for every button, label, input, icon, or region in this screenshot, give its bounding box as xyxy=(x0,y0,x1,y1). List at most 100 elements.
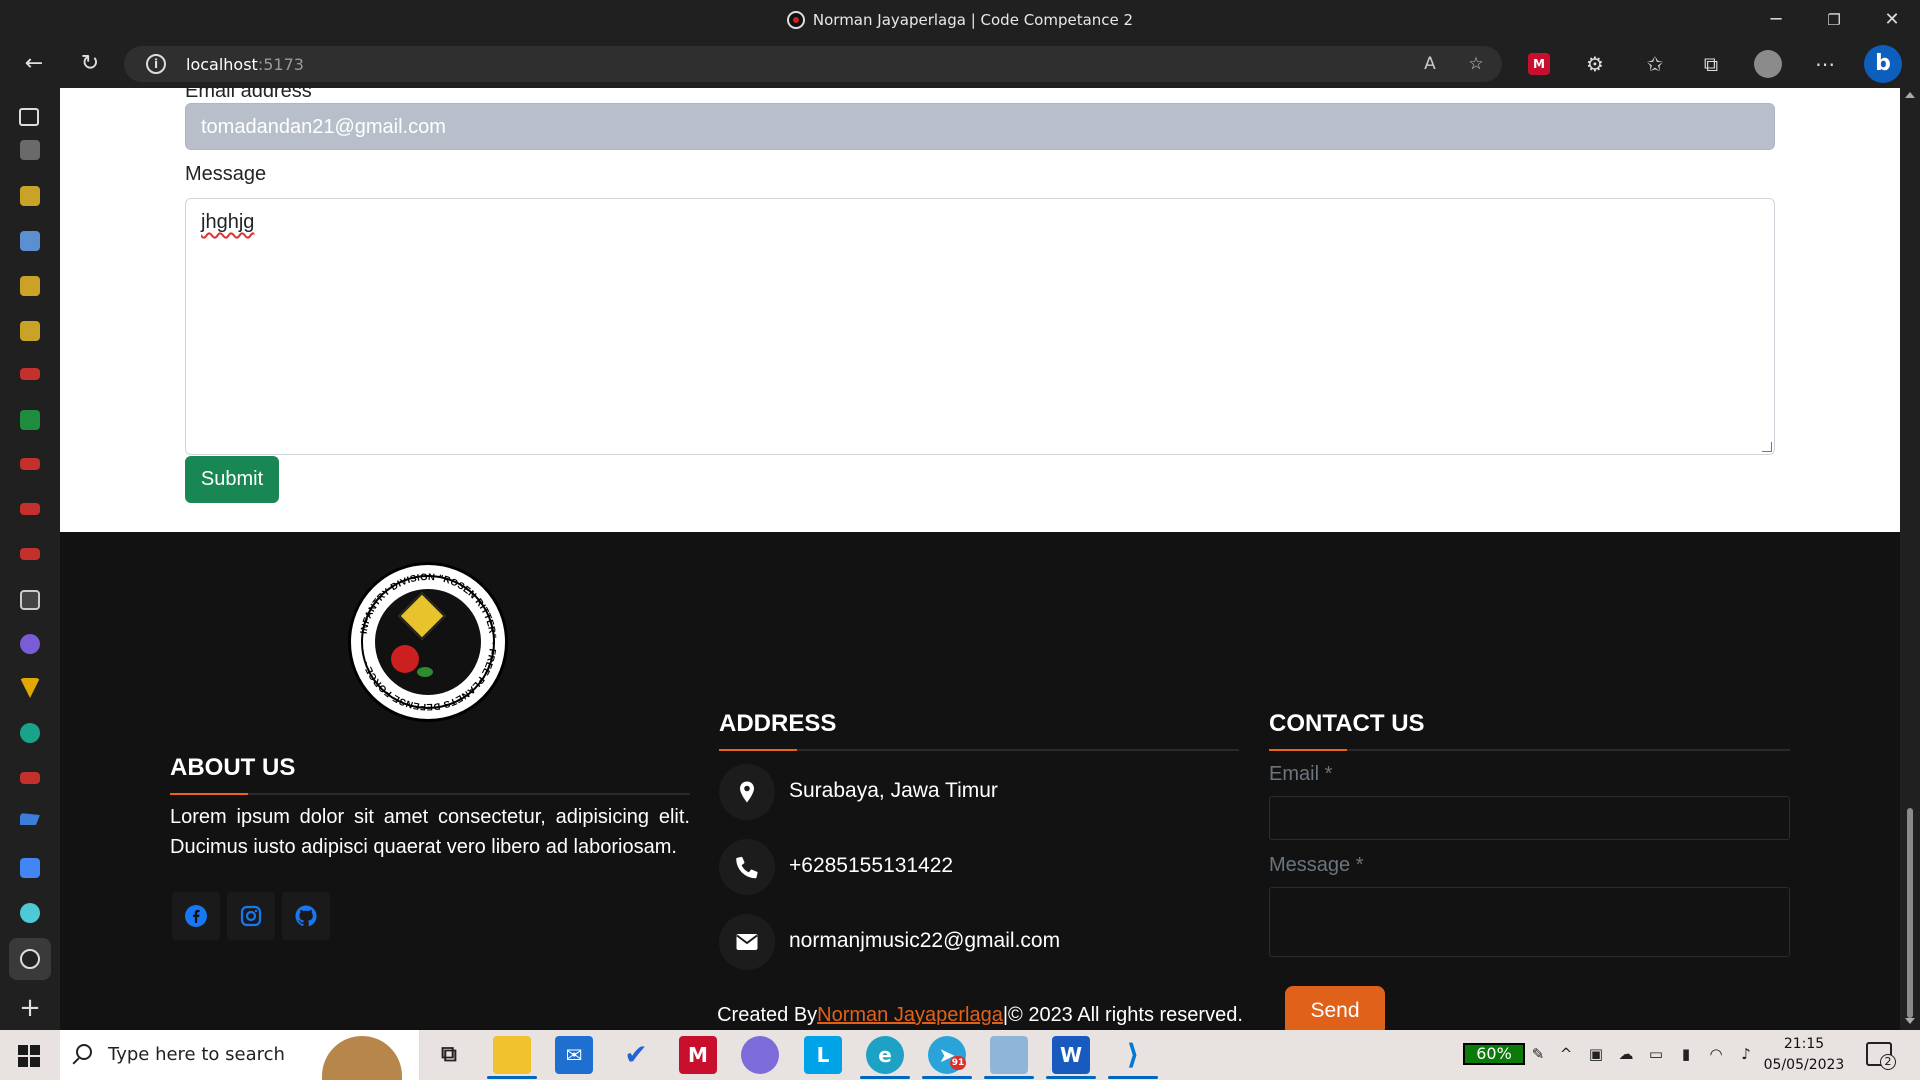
youtube-tab-icon[interactable] xyxy=(20,503,40,515)
contact-message-textarea[interactable] xyxy=(1269,887,1790,957)
onedrive-icon[interactable]: ☁ xyxy=(1616,1044,1636,1064)
copilot-icon[interactable] xyxy=(741,1036,779,1074)
facebook-icon xyxy=(185,905,207,927)
about-heading: ABOUT US xyxy=(170,754,296,781)
edge-icon[interactable]: e xyxy=(866,1036,904,1074)
contact-divider xyxy=(1269,749,1790,751)
youtube-tab-icon[interactable] xyxy=(20,368,40,380)
battery-indicator[interactable]: 60% xyxy=(1463,1043,1525,1065)
battery-icon[interactable]: ▮ xyxy=(1676,1044,1696,1064)
minimize-icon[interactable]: ─ xyxy=(1762,6,1790,34)
tab-actions-icon[interactable] xyxy=(19,108,39,126)
sheets-tab-icon[interactable] xyxy=(20,410,40,430)
taskbar-clock[interactable]: 21:15 05/05/2023 xyxy=(1756,1034,1852,1076)
extensions-icon[interactable]: ⚙ xyxy=(1580,49,1610,79)
contact-message-label: Message * xyxy=(1269,854,1364,876)
browser-title-bar: Norman Jayaperlaga | Code Competance 2 ─… xyxy=(0,0,1920,40)
tab-favicon-icon[interactable] xyxy=(20,678,40,698)
email-label: Email address xyxy=(185,88,312,102)
running-indicator xyxy=(1108,1076,1158,1079)
tab-favicon-icon[interactable] xyxy=(20,634,40,654)
word-icon[interactable]: W xyxy=(1052,1036,1090,1074)
youtube-tab-icon[interactable] xyxy=(20,458,40,470)
window-title-text: Norman Jayaperlaga | Code Competance 2 xyxy=(812,11,1134,29)
author-link[interactable]: Norman Jayaperlaga xyxy=(817,1004,1003,1026)
taskbar-search[interactable]: Type here to search xyxy=(60,1030,420,1080)
mail-icon[interactable]: ✉ xyxy=(555,1036,593,1074)
page-scrollbar[interactable] xyxy=(1900,88,1920,1030)
location-pin-icon xyxy=(719,764,775,820)
windows-taskbar: Type here to search ⧉ ✉ ✔ M L e ➤ 91 W ⟩… xyxy=(0,1030,1920,1080)
tab-favicon-icon[interactable] xyxy=(20,276,40,296)
file-explorer-icon[interactable] xyxy=(493,1036,531,1074)
profile-avatar[interactable] xyxy=(1754,50,1782,78)
contact-email-label: Email * xyxy=(1269,763,1333,785)
notifications-icon[interactable]: 2 xyxy=(1866,1042,1896,1070)
notion-tab-icon[interactable] xyxy=(20,590,40,610)
more-options-icon[interactable]: ⋯ xyxy=(1810,49,1840,79)
address-bar[interactable]: i localhost:5173 A ☆ xyxy=(124,46,1502,82)
chatgpt-tab-icon[interactable] xyxy=(20,723,40,743)
submit-button[interactable]: Submit xyxy=(185,456,279,503)
running-indicator xyxy=(487,1076,537,1079)
running-indicator xyxy=(922,1076,972,1079)
running-indicator xyxy=(860,1076,910,1079)
mcafee-extension-icon[interactable]: M xyxy=(1528,53,1550,75)
task-view-icon[interactable]: ⧉ xyxy=(430,1036,468,1074)
accent-line xyxy=(1269,749,1347,751)
close-icon[interactable]: ✕ xyxy=(1878,6,1906,34)
scroll-down-icon[interactable] xyxy=(1905,1018,1915,1024)
youtube-tab-icon[interactable] xyxy=(20,548,40,560)
url-text[interactable]: localhost:5173 xyxy=(186,55,304,74)
monitor-icon[interactable]: ▭ xyxy=(1646,1044,1666,1064)
tab-favicon-icon[interactable] xyxy=(20,903,40,923)
add-favorite-icon[interactable]: ☆ xyxy=(1464,52,1488,76)
mcafee-icon[interactable]: M xyxy=(679,1036,717,1074)
accent-line xyxy=(719,749,797,751)
search-placeholder: Type here to search xyxy=(108,1044,285,1065)
tab-favicon-icon[interactable] xyxy=(20,813,40,825)
youtube-tab-icon[interactable] xyxy=(20,772,40,784)
windows-start-icon[interactable] xyxy=(18,1045,40,1067)
site-info-icon[interactable]: i xyxy=(146,54,166,74)
instagram-link[interactable] xyxy=(227,892,275,940)
clock-date: 05/05/2023 xyxy=(1763,1057,1845,1073)
pen-icon[interactable]: ✎ xyxy=(1528,1044,1548,1064)
meet-now-icon[interactable]: ▣ xyxy=(1586,1044,1606,1064)
restore-icon[interactable]: ❐ xyxy=(1820,6,1848,34)
scroll-up-icon[interactable] xyxy=(1905,92,1915,98)
message-textarea[interactable]: jhghjg xyxy=(185,198,1775,455)
tab-favicon-icon[interactable] xyxy=(20,140,40,160)
web-page: Email address tomadandan21@gmail.com Mes… xyxy=(60,88,1900,1030)
new-tab-icon[interactable]: + xyxy=(18,995,42,1021)
github-link[interactable] xyxy=(282,892,330,940)
docs-tab-icon[interactable] xyxy=(20,858,40,878)
volume-icon[interactable]: ♪ xyxy=(1736,1044,1756,1064)
notification-count: 2 xyxy=(1880,1054,1896,1070)
refresh-icon[interactable]: ↻ xyxy=(74,48,106,80)
vertical-tabs-sidebar: + xyxy=(0,88,60,1030)
resize-handle-icon[interactable] xyxy=(1762,442,1772,452)
l-app-icon[interactable]: L xyxy=(804,1036,842,1074)
contact-email-input[interactable] xyxy=(1269,796,1790,840)
photos-icon[interactable] xyxy=(990,1036,1028,1074)
email-field[interactable]: tomadandan21@gmail.com xyxy=(185,103,1775,150)
read-aloud-icon[interactable]: A xyxy=(1418,52,1442,76)
facebook-link[interactable] xyxy=(172,892,220,940)
bing-chat-icon[interactable]: b xyxy=(1864,45,1902,83)
favorites-icon[interactable]: ✩ xyxy=(1640,49,1670,79)
tab-favicon-icon[interactable] xyxy=(20,231,40,251)
active-tab-favicon-icon[interactable] xyxy=(20,949,40,969)
collections-icon[interactable]: ⧉ xyxy=(1696,49,1726,79)
todo-icon[interactable]: ✔ xyxy=(617,1036,655,1074)
back-icon[interactable]: ← xyxy=(18,48,50,80)
wifi-icon[interactable]: ◠ xyxy=(1706,1044,1726,1064)
about-divider xyxy=(170,793,690,795)
message-text: jhghjg xyxy=(201,211,255,233)
tab-favicon-icon[interactable] xyxy=(20,186,40,206)
scrollbar-thumb[interactable] xyxy=(1907,808,1913,1018)
chevron-up-icon[interactable]: ^ xyxy=(1556,1044,1576,1064)
vscode-icon[interactable]: ⟩ xyxy=(1114,1036,1152,1074)
tab-favicon-icon[interactable] xyxy=(20,321,40,341)
telegram-badge: 91 xyxy=(950,1056,966,1070)
